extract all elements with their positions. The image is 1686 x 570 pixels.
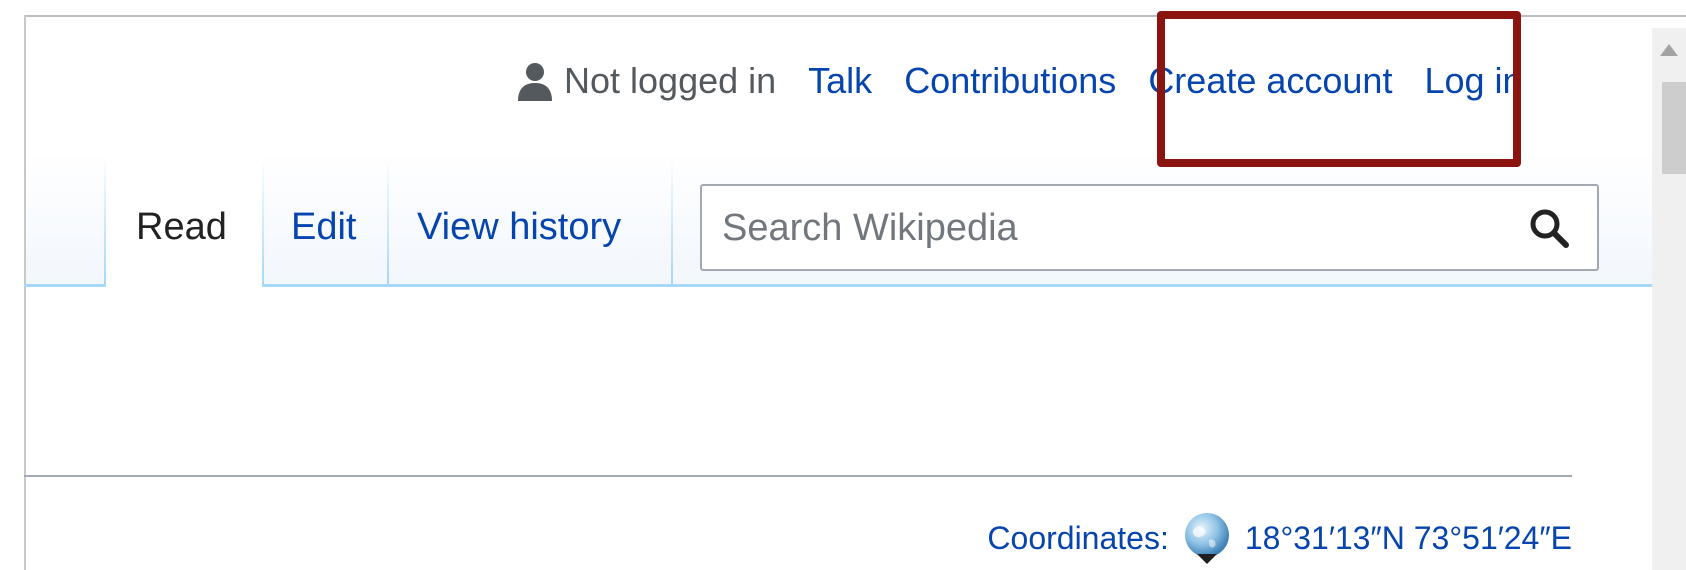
globe-icon[interactable]	[1179, 510, 1235, 566]
user-icon	[518, 63, 552, 101]
search-box	[700, 184, 1599, 271]
not-logged-in-label: Not logged in	[564, 60, 777, 101]
tab-underline	[262, 284, 1652, 287]
contributions-link[interactable]: Contributions	[904, 60, 1116, 102]
talk-link[interactable]: Talk	[808, 60, 872, 102]
frame-left-border	[24, 15, 26, 570]
tab-read[interactable]: Read	[136, 206, 227, 249]
scroll-up-arrow-icon[interactable]	[1652, 28, 1686, 78]
tab-separator	[387, 158, 389, 286]
vertical-scrollbar[interactable]	[1652, 28, 1686, 570]
tab-separator	[262, 158, 264, 286]
browser-viewport: Not logged in Talk Contributions Create …	[0, 0, 1686, 570]
content-separator	[24, 475, 1572, 477]
highlight-box	[1157, 11, 1521, 167]
tab-separator	[671, 158, 673, 286]
search-icon[interactable]	[1527, 206, 1571, 250]
tab-separator	[104, 158, 106, 286]
search-input[interactable]	[722, 200, 1502, 256]
tab-strip-left-gradient	[26, 150, 106, 286]
coordinates: Coordinates: 18°31′13″N 73°51′24″E	[987, 510, 1572, 566]
tab-view-history[interactable]: View history	[417, 206, 621, 249]
scrollbar-thumb[interactable]	[1662, 82, 1686, 174]
tab-underline	[24, 284, 106, 287]
tab-edit[interactable]: Edit	[291, 206, 356, 249]
coordinates-label: Coordinates:	[987, 519, 1169, 556]
coordinates-value[interactable]: 18°31′13″N 73°51′24″E	[1245, 520, 1572, 557]
